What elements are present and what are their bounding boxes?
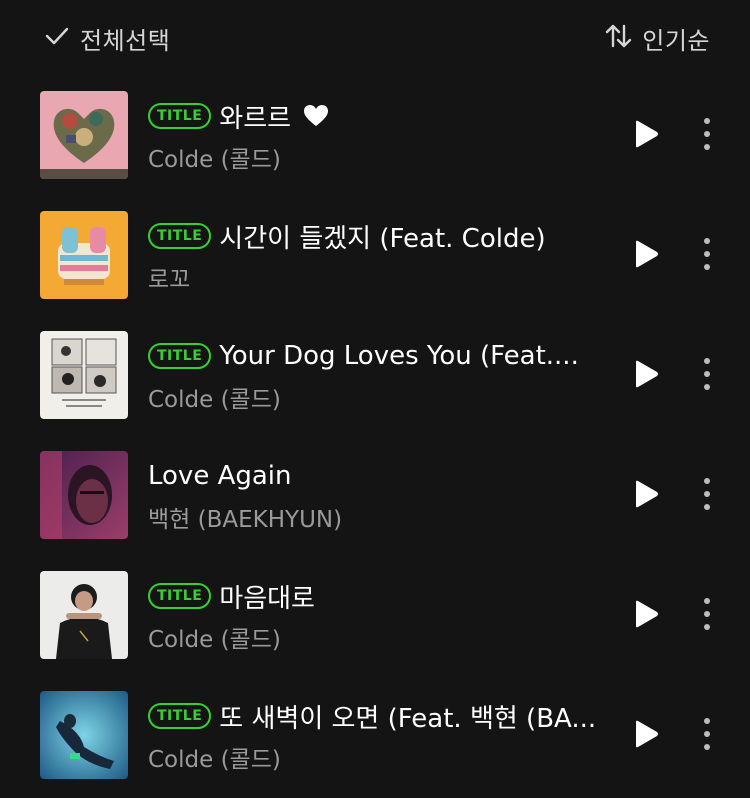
play-button[interactable] (628, 716, 664, 756)
play-icon (633, 359, 659, 393)
more-options-button[interactable] (690, 114, 724, 158)
more-options-button[interactable] (690, 714, 724, 758)
track-artist[interactable]: 백현 (BAEKHYUN) (148, 500, 614, 534)
track-list: TITLE 와르르 Colde (콜드) TITLE 시간이 들겠지 (Feat… (0, 78, 750, 798)
track-row[interactable]: Love Again 백현 (BAEKHYUN) (0, 438, 750, 558)
more-vertical-icon (703, 717, 711, 755)
play-button[interactable] (628, 236, 664, 276)
more-vertical-icon (703, 357, 711, 395)
track-artist[interactable]: 로꼬 (148, 260, 614, 294)
track-title: 또 새벽이 오면 (Feat. 백현 (BA... (219, 703, 597, 734)
play-icon (633, 239, 659, 273)
more-options-button[interactable] (690, 594, 724, 638)
track-artist[interactable]: Colde (콜드) (148, 380, 614, 414)
select-all-label: 전체선택 (80, 26, 171, 55)
album-cover (40, 331, 128, 419)
track-title: Your Dog Loves You (Feat.... (219, 341, 579, 371)
album-cover (40, 571, 128, 659)
title-track-badge: TITLE (148, 343, 212, 369)
check-icon (44, 23, 70, 53)
play-icon (633, 479, 659, 513)
title-track-badge: TITLE (148, 103, 212, 129)
list-header: 전체선택 인기순 (0, 0, 750, 78)
play-button[interactable] (628, 596, 664, 636)
play-icon (633, 599, 659, 633)
sort-arrows-icon (604, 22, 632, 54)
track-artist[interactable]: Colde (콜드) (148, 740, 614, 774)
more-options-button[interactable] (690, 234, 724, 278)
more-options-button[interactable] (690, 474, 724, 518)
play-button[interactable] (628, 116, 664, 156)
play-icon (633, 719, 659, 753)
album-cover (40, 211, 128, 299)
track-title: 와르르 (219, 103, 292, 134)
album-cover (40, 451, 128, 539)
more-vertical-icon (703, 237, 711, 275)
select-all-button[interactable]: 전체선택 (44, 22, 171, 55)
title-track-badge: TITLE (148, 223, 212, 249)
sort-label: 인기순 (642, 26, 710, 55)
album-cover (40, 691, 128, 779)
track-title: Love Again (148, 461, 292, 491)
play-icon (633, 119, 659, 153)
title-track-badge: TITLE (148, 583, 212, 609)
more-vertical-icon (703, 597, 711, 635)
track-title: 마음대로 (219, 583, 315, 614)
heart-icon (303, 104, 329, 128)
more-options-button[interactable] (690, 354, 724, 398)
track-title: 시간이 들겠지 (Feat. Colde) (219, 223, 546, 254)
more-vertical-icon (703, 117, 711, 155)
track-row[interactable]: TITLE 시간이 들겠지 (Feat. Colde) 로꼬 (0, 198, 750, 318)
play-button[interactable] (628, 356, 664, 396)
track-row[interactable]: TITLE 또 새벽이 오면 (Feat. 백현 (BA... Colde (콜… (0, 678, 750, 798)
more-vertical-icon (703, 477, 711, 515)
title-track-badge: TITLE (148, 703, 212, 729)
sort-button[interactable]: 인기순 (604, 22, 710, 55)
track-artist[interactable]: Colde (콜드) (148, 140, 614, 174)
play-button[interactable] (628, 476, 664, 516)
album-cover (40, 91, 128, 179)
track-artist[interactable]: Colde (콜드) (148, 620, 614, 654)
track-row[interactable]: TITLE Your Dog Loves You (Feat.... Colde… (0, 318, 750, 438)
track-row[interactable]: TITLE 마음대로 Colde (콜드) (0, 558, 750, 678)
track-row[interactable]: TITLE 와르르 Colde (콜드) (0, 78, 750, 198)
